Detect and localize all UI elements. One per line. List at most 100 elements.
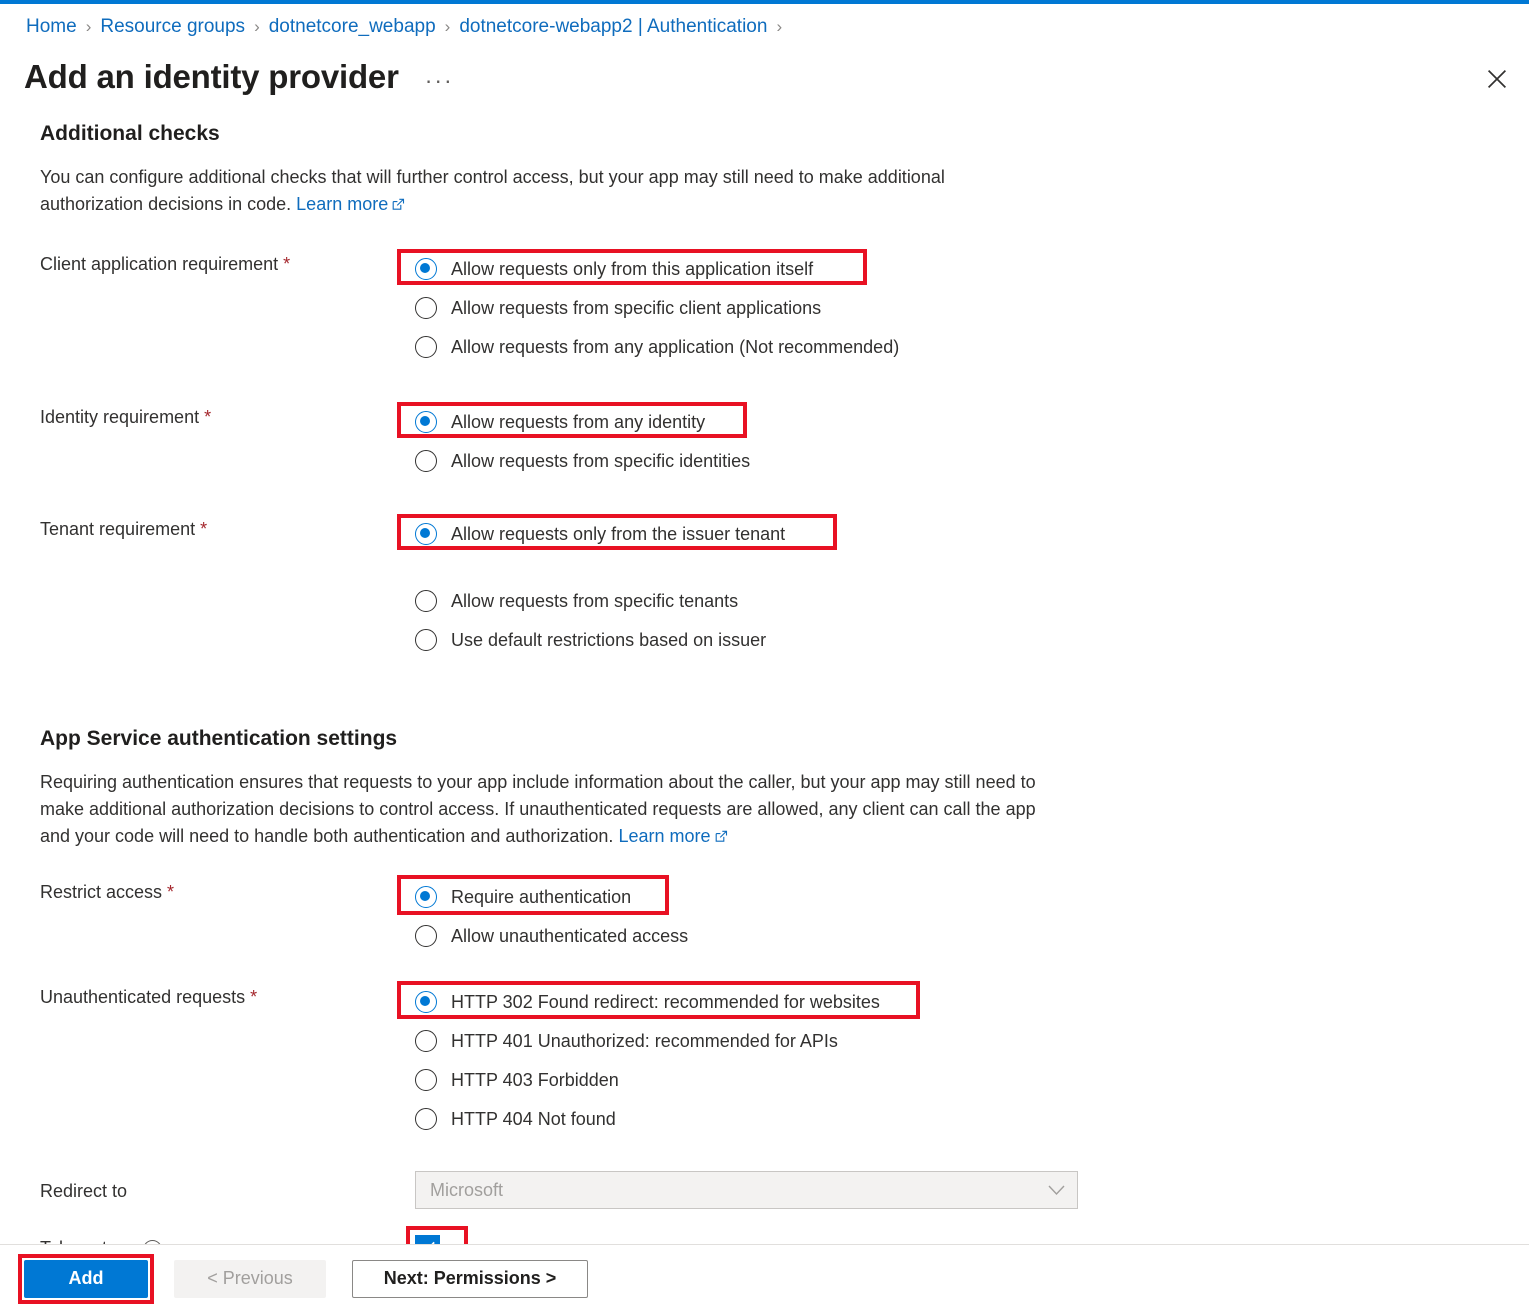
breadcrumb-separator-icon: › bbox=[85, 17, 92, 36]
label-text: Restrict access bbox=[40, 882, 163, 902]
radio-use-default-restrictions-based-on-issuer[interactable]: Use default restrictions based on issuer bbox=[415, 620, 1529, 659]
add-button[interactable]: Add bbox=[24, 1259, 148, 1298]
radio-label: Use default restrictions based on issuer bbox=[451, 629, 767, 650]
radio-allow-requests-from-specific-identities[interactable]: Allow requests from specific identities bbox=[415, 441, 1529, 480]
radio-unselected-icon bbox=[415, 296, 437, 319]
label-text: Redirect to bbox=[40, 1181, 128, 1201]
radio-unselected-icon bbox=[415, 1068, 437, 1091]
additional-checks-heading: Additional checks bbox=[40, 122, 220, 145]
restrict-access-radio-group: Require authentication Allow unauthentic… bbox=[397, 875, 1529, 955]
next-permissions-button[interactable]: Next: Permissions > bbox=[352, 1259, 588, 1298]
radio-allow-requests-from-any-application[interactable]: Allow requests from any application (Not… bbox=[415, 327, 1529, 366]
redirect-to-value: Microsoft bbox=[430, 1179, 504, 1200]
client-application-requirement-label: Client application requirement * bbox=[40, 249, 415, 366]
radio-http-404-not-found[interactable]: HTTP 404 Not found bbox=[415, 1099, 1529, 1138]
radio-label: HTTP 302 Found redirect: recommended for… bbox=[451, 991, 880, 1012]
field-identity-requirement: Identity requirement * Allow requests fr… bbox=[40, 402, 1529, 480]
radio-allow-requests-from-specific-client-applications[interactable]: Allow requests from specific client appl… bbox=[415, 288, 1529, 327]
previous-button[interactable]: < Previous bbox=[174, 1259, 326, 1298]
label-text: Identity requirement bbox=[40, 407, 200, 427]
field-tenant-requirement: Tenant requirement * Allow requests only… bbox=[40, 514, 1529, 659]
unauthenticated-requests-label: Unauthenticated requests * bbox=[40, 982, 415, 1138]
radio-label: Allow unauthenticated access bbox=[451, 925, 689, 946]
radio-allow-requests-only-from-the-issuer-tenant[interactable]: Allow requests only from the issuer tena… bbox=[397, 514, 1529, 553]
close-icon bbox=[1486, 68, 1508, 90]
external-link-icon bbox=[715, 824, 728, 851]
radio-selected-icon bbox=[415, 885, 437, 908]
external-link-icon bbox=[392, 192, 405, 219]
radio-require-authentication[interactable]: Require authentication bbox=[397, 875, 1529, 916]
radio-selected-icon bbox=[415, 990, 437, 1013]
page-title: Add an identity provider bbox=[24, 58, 399, 95]
field-restrict-access: Restrict access * Require authentication… bbox=[40, 875, 1529, 955]
footer-action-bar: Add < Previous Next: Permissions > bbox=[0, 1245, 1529, 1312]
top-accent-bar bbox=[0, 0, 1529, 4]
redirect-to-dropdown[interactable]: Microsoft bbox=[415, 1171, 1078, 1209]
radio-label: HTTP 401 Unauthorized: recommended for A… bbox=[451, 1030, 838, 1051]
app-service-auth-description-text: Requiring authentication ensures that re… bbox=[40, 772, 1036, 846]
tenant-requirement-radio-group: Allow requests only from the issuer tena… bbox=[397, 514, 1529, 659]
radio-unselected-icon bbox=[415, 924, 437, 947]
more-options-icon[interactable]: ··· bbox=[425, 66, 454, 92]
radio-label: Allow requests from specific tenants bbox=[451, 590, 739, 611]
radio-label: Allow requests from specific client appl… bbox=[451, 297, 822, 318]
tenant-requirement-label: Tenant requirement * bbox=[40, 514, 415, 659]
restrict-access-label: Restrict access * bbox=[40, 877, 415, 955]
field-redirect-to: Redirect to Microsoft bbox=[40, 1171, 1529, 1209]
radio-selected-icon bbox=[415, 257, 437, 280]
breadcrumb-item-home[interactable]: Home bbox=[26, 14, 77, 40]
redirect-to-control: Microsoft bbox=[415, 1171, 1529, 1209]
radio-http-401-unauthorized[interactable]: HTTP 401 Unauthorized: recommended for A… bbox=[415, 1021, 1529, 1060]
additional-checks-learn-more-link[interactable]: Learn more bbox=[296, 194, 405, 214]
additional-checks-description-text: You can configure additional checks that… bbox=[40, 167, 945, 214]
required-indicator: * bbox=[250, 987, 258, 1007]
radio-unselected-icon bbox=[415, 589, 437, 612]
field-unauthenticated-requests: Unauthenticated requests * HTTP 302 Foun… bbox=[40, 981, 1529, 1138]
radio-http-302-found-redirect[interactable]: HTTP 302 Found redirect: recommended for… bbox=[397, 981, 1529, 1021]
required-indicator: * bbox=[200, 519, 208, 539]
learn-more-label: Learn more bbox=[296, 194, 389, 214]
radio-allow-requests-from-any-identity[interactable]: Allow requests from any identity bbox=[397, 402, 1529, 441]
add-identity-provider-blade: Home › Resource groups › dotnetcore_weba… bbox=[0, 0, 1529, 1312]
app-service-auth-learn-more-link[interactable]: Learn more bbox=[618, 826, 727, 846]
breadcrumb-separator-icon: › bbox=[254, 17, 260, 36]
radio-allow-unauthenticated-access[interactable]: Allow unauthenticated access bbox=[415, 916, 1529, 955]
radio-unselected-icon bbox=[415, 335, 437, 358]
blade-content: Additional checks You can configure addi… bbox=[0, 120, 1529, 1270]
title-row: Add an identity provider ··· bbox=[24, 56, 454, 98]
close-button[interactable] bbox=[1480, 62, 1514, 96]
radio-http-403-forbidden[interactable]: HTTP 403 Forbidden bbox=[415, 1060, 1529, 1099]
radio-unselected-icon bbox=[415, 1029, 437, 1052]
radio-label: Allow requests from any identity bbox=[451, 411, 706, 432]
identity-requirement-label: Identity requirement * bbox=[40, 402, 415, 480]
label-text: Tenant requirement bbox=[40, 519, 196, 539]
client-application-requirement-radio-group: Allow requests only from this applicatio… bbox=[397, 249, 1529, 366]
additional-checks-description: You can configure additional checks that… bbox=[40, 164, 1040, 219]
radio-unselected-icon bbox=[415, 1107, 437, 1130]
breadcrumb-item-resource-groups[interactable]: Resource groups bbox=[100, 14, 245, 40]
radio-label: Allow requests from any application (Not… bbox=[451, 336, 900, 357]
redirect-to-label: Redirect to bbox=[40, 1176, 415, 1204]
breadcrumb: Home › Resource groups › dotnetcore_weba… bbox=[26, 14, 791, 40]
radio-label: Allow requests from specific identities bbox=[451, 450, 751, 471]
identity-requirement-radio-group: Allow requests from any identity Allow r… bbox=[397, 402, 1529, 480]
label-text: Unauthenticated requests bbox=[40, 987, 246, 1007]
app-service-auth-description: Requiring authentication ensures that re… bbox=[40, 769, 1070, 851]
unauthenticated-requests-radio-group: HTTP 302 Found redirect: recommended for… bbox=[397, 981, 1529, 1138]
radio-label: Require authentication bbox=[451, 886, 632, 907]
radio-allow-requests-from-specific-tenants[interactable]: Allow requests from specific tenants bbox=[415, 581, 1529, 620]
required-indicator: * bbox=[283, 254, 291, 274]
radio-label: Allow requests only from this applicatio… bbox=[451, 258, 814, 279]
radio-selected-icon bbox=[415, 410, 437, 433]
field-client-application-requirement: Client application requirement * Allow r… bbox=[40, 249, 1529, 366]
breadcrumb-item-dotnetcore-webapp[interactable]: dotnetcore_webapp bbox=[269, 14, 436, 40]
add-button-wrapper: Add bbox=[18, 1253, 154, 1304]
label-text: Client application requirement bbox=[40, 254, 279, 274]
radio-unselected-icon bbox=[415, 628, 437, 651]
radio-unselected-icon bbox=[415, 449, 437, 472]
breadcrumb-item-authentication[interactable]: dotnetcore-webapp2 | Authentication bbox=[459, 14, 767, 40]
chevron-down-icon bbox=[1048, 1185, 1065, 1196]
radio-allow-requests-only-from-this-application-itself[interactable]: Allow requests only from this applicatio… bbox=[397, 249, 1529, 288]
radio-label: Allow requests only from the issuer tena… bbox=[451, 523, 786, 544]
radio-label: HTTP 404 Not found bbox=[451, 1108, 616, 1129]
